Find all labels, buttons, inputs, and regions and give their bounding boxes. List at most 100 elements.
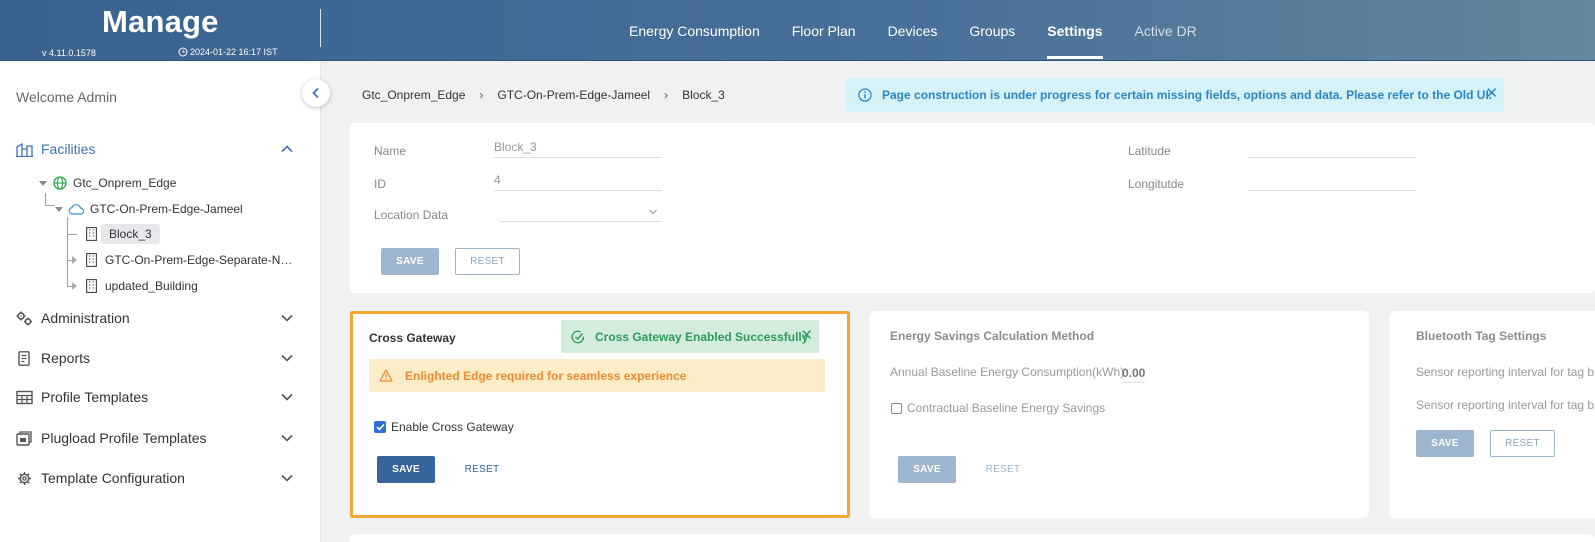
building-icon [16, 142, 33, 157]
facility-details-card: Name Block_3 ID 4 Location Data Latitude… [349, 123, 1595, 293]
energy-savings-title: Energy Savings Calculation Method [890, 329, 1095, 343]
bluetooth-interval-label-2: Sensor reporting interval for tag b [1416, 398, 1595, 412]
sidebar-item-label: Facilities [41, 141, 96, 157]
tree-node-label: GTC-On-Prem-Edge-Separate-N… [105, 253, 293, 267]
sidebar-item-reports[interactable]: Reports [16, 346, 298, 370]
tree-connector [45, 205, 55, 206]
datetime-text: 2024-01-22 16:17 IST [190, 47, 278, 57]
chevron-left-icon [312, 87, 319, 99]
bluetooth-tag-card: Bluetooth Tag Settings Sensor reporting … [1389, 311, 1595, 518]
gears-icon [16, 311, 32, 325]
nav-settings[interactable]: Settings [1047, 0, 1103, 61]
enable-cross-gateway-checkbox[interactable]: Enable Cross Gateway [374, 420, 514, 434]
baseline-label: Annual Baseline Energy Consumption(kWh) [890, 365, 1125, 379]
close-icon[interactable]: ✕ [800, 326, 813, 344]
checkbox-checked-icon [374, 421, 386, 433]
baseline-input[interactable]: 0.00 [1122, 366, 1146, 383]
sidebar-item-label: Plugload Profile Templates [41, 430, 207, 446]
bluetooth-reset-button[interactable]: RESET [1490, 430, 1555, 457]
sidebar-item-label: Administration [41, 310, 130, 326]
tree-node-label: Block_3 [101, 224, 160, 244]
name-input[interactable]: Block_3 [494, 138, 662, 158]
chevron-down-icon [281, 393, 293, 401]
caret-down-icon [39, 180, 47, 186]
bluetooth-save-button[interactable]: SAVE [1416, 430, 1474, 457]
tree-node-separate[interactable]: GTC-On-Prem-Edge-Separate-N… [72, 249, 294, 271]
location-data-select[interactable] [500, 202, 662, 222]
building-small-icon [86, 227, 97, 241]
cross-gateway-save-button[interactable]: SAVE [377, 456, 435, 483]
server-datetime: 2024-01-22 16:17 IST [178, 47, 278, 57]
nav-energy-consumption[interactable]: Energy Consumption [629, 0, 760, 61]
warning-icon [379, 369, 393, 382]
longitude-input[interactable] [1248, 171, 1416, 191]
breadcrumb-item[interactable]: GTC-On-Prem-Edge-Jameel [497, 88, 650, 102]
sidebar-item-facilities[interactable]: Facilities [16, 137, 298, 161]
energy-save-button[interactable]: SAVE [898, 456, 956, 483]
caret-down-icon [55, 206, 63, 212]
sidebar-item-label: Profile Templates [41, 389, 149, 405]
plugload-icon [16, 430, 32, 446]
tree-node-block-3[interactable]: Block_3 [86, 223, 160, 245]
app-title: Manage [102, 4, 219, 39]
sidebar: Welcome Admin Facilities Gtc_Onprem_Edge… [0, 61, 321, 542]
nav-active-dr[interactable]: Active DR [1135, 0, 1197, 61]
welcome-text: Welcome Admin [16, 89, 117, 105]
sidebar-item-administration[interactable]: Administration [16, 306, 298, 330]
chevron-down-icon [281, 314, 293, 322]
sidebar-item-label: Reports [41, 350, 91, 366]
contractual-baseline-checkbox[interactable]: Contractual Baseline Energy Savings [891, 401, 1105, 415]
table-icon [16, 390, 33, 404]
breadcrumb-separator-icon: › [664, 88, 669, 102]
energy-reset-button[interactable]: RESET [970, 456, 1036, 483]
tree-node-root[interactable]: Gtc_Onprem_Edge [39, 172, 178, 194]
id-label: ID [374, 177, 386, 191]
close-icon[interactable]: ✕ [1485, 84, 1498, 102]
next-card-peek [349, 534, 1595, 542]
sidebar-item-label: Template Configuration [41, 470, 185, 486]
cross-gateway-card: Cross Gateway Cross Gateway Enabled Succ… [350, 311, 850, 518]
gear-icon [18, 471, 31, 485]
latitude-input[interactable] [1248, 138, 1416, 158]
tree-node-label: GTC-On-Prem-Edge-Jameel [90, 202, 243, 216]
info-icon [858, 88, 872, 102]
caret-right-icon [72, 256, 77, 264]
building-small-icon [86, 253, 97, 267]
breadcrumb-separator-icon: › [479, 88, 484, 102]
info-banner: Page construction is under progress for … [846, 78, 1504, 112]
clock-icon [178, 47, 188, 57]
tree-node-campus[interactable]: GTC-On-Prem-Edge-Jameel [55, 198, 245, 220]
energy-savings-card: Energy Savings Calculation Method Annual… [869, 311, 1369, 518]
check-circle-icon [571, 330, 585, 343]
sidebar-collapse-button[interactable] [302, 79, 330, 107]
bluetooth-title: Bluetooth Tag Settings [1416, 329, 1547, 343]
nav-devices[interactable]: Devices [888, 0, 938, 61]
top-header: Manage v 4.11.0.1578 2024-01-22 16:17 IS… [0, 0, 1595, 61]
info-banner-text: Page construction is under progress for … [882, 88, 1493, 102]
tree-node-updated-building[interactable]: updated_Building [72, 275, 200, 297]
cross-gateway-reset-button[interactable]: RESET [449, 456, 515, 483]
tree-connector [67, 217, 68, 287]
id-input[interactable]: 4 [494, 171, 662, 191]
header-divider [320, 9, 321, 47]
breadcrumb-item[interactable]: Gtc_Onprem_Edge [362, 88, 465, 102]
globe-icon [53, 176, 67, 190]
nav-floor-plan[interactable]: Floor Plan [792, 0, 856, 61]
details-reset-button[interactable]: RESET [455, 248, 520, 275]
warning-banner: Enlighted Edge required for seamless exp… [369, 359, 825, 392]
chevron-up-icon [281, 145, 293, 153]
checkbox-unchecked-icon [891, 402, 902, 414]
sidebar-item-plugload-profile-templates[interactable]: Plugload Profile Templates [16, 426, 298, 450]
cross-gateway-title: Cross Gateway [369, 331, 456, 345]
sidebar-item-profile-templates[interactable]: Profile Templates [16, 385, 298, 409]
chevron-down-icon [281, 354, 293, 362]
tree-connector [45, 193, 46, 205]
breadcrumb: Gtc_Onprem_Edge › GTC-On-Prem-Edge-Jamee… [362, 88, 725, 102]
tree-connector [67, 234, 77, 235]
tree-node-label: Gtc_Onprem_Edge [73, 176, 177, 190]
nav-groups[interactable]: Groups [969, 0, 1015, 61]
sidebar-item-template-configuration[interactable]: Template Configuration [16, 466, 298, 490]
success-toast-text: Cross Gateway Enabled Successfully [595, 329, 809, 344]
breadcrumb-item-current: Block_3 [682, 88, 725, 102]
details-save-button[interactable]: SAVE [381, 248, 439, 275]
